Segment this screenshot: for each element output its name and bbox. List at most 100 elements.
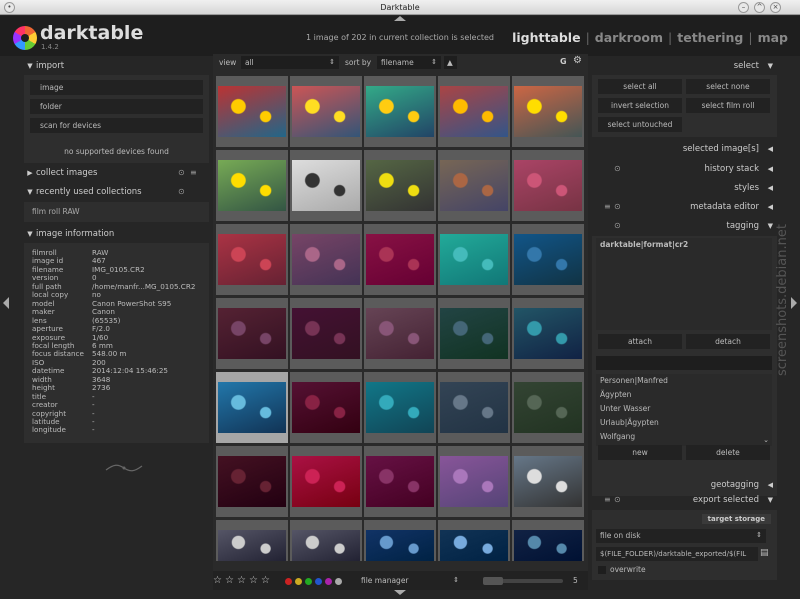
reset-icon[interactable]: ⊙ [614, 161, 621, 177]
history-stack-header[interactable]: ⊙ history stack ◀ [592, 161, 777, 177]
minimize-icon[interactable]: – [738, 2, 749, 13]
collect-images-header[interactable]: ▶ collect images ⊙ ≡ [24, 165, 209, 181]
collapse-top-panel-icon[interactable] [394, 16, 406, 21]
metadata-editor-header[interactable]: ≡ ⊙ metadata editor ◀ [592, 199, 777, 215]
selected-images-header[interactable]: selected image[s] ◀ [592, 141, 777, 157]
thumbnail[interactable] [290, 446, 362, 517]
scroll-down-icon[interactable]: ⌄ [763, 436, 769, 444]
star-icon[interactable]: ☆ [261, 575, 270, 586]
thumbnail[interactable] [290, 224, 362, 295]
presets-icon[interactable]: ≡ [604, 492, 611, 508]
tag-entry-field[interactable] [596, 356, 772, 370]
thumbnail[interactable] [216, 446, 288, 517]
thumbnail[interactable] [512, 76, 584, 147]
star-icon[interactable]: ☆ [213, 575, 222, 586]
reset-icon[interactable]: ⊙ [614, 218, 621, 234]
thumbnail[interactable] [216, 224, 288, 295]
presets-icon[interactable]: ≡ [604, 199, 611, 215]
styles-header[interactable]: styles ◀ [592, 180, 777, 196]
select-all-button[interactable]: select all [598, 79, 682, 94]
sort-dropdown[interactable]: filename ⇕ [377, 56, 441, 69]
storage-dropdown[interactable]: file on disk ⇕ [596, 529, 766, 543]
clear-label-icon[interactable] [335, 578, 342, 585]
thumbnail[interactable] [216, 150, 288, 221]
thumbnail[interactable] [438, 298, 510, 369]
reset-icon[interactable]: ⊙ [614, 492, 621, 508]
thumbnail[interactable] [216, 76, 288, 147]
presets-icon[interactable]: ≡ [190, 165, 197, 181]
thumbnail[interactable] [438, 446, 510, 517]
zoom-value[interactable]: 5 [573, 576, 578, 585]
select-untouched-button[interactable]: select untouched [598, 117, 682, 132]
layout-dropdown[interactable]: file manager ⇕ [357, 574, 463, 587]
thumbnail[interactable] [290, 76, 362, 147]
attached-tags-list[interactable]: darktable|format|cr2 [596, 238, 772, 330]
thumbnail[interactable] [364, 372, 436, 443]
dictionary-tag[interactable]: Unter Wasser [596, 402, 772, 416]
star-icon[interactable]: ☆ [249, 575, 258, 586]
star-icon[interactable]: ☆ [225, 575, 234, 586]
export-path-field[interactable]: $(FILE_FOLDER)/darktable_exported/$(FIL [596, 547, 758, 561]
select-header[interactable]: select ▼ [592, 58, 777, 74]
folder-icon[interactable]: ▤ [760, 548, 769, 558]
dictionary-tag[interactable]: Wolfgang [596, 430, 772, 444]
thumbnail[interactable] [216, 372, 288, 443]
reset-icon[interactable]: ⊙ [178, 184, 185, 200]
green-label-icon[interactable] [305, 578, 312, 585]
view-lighttable[interactable]: lighttable [512, 30, 581, 45]
star-icon[interactable]: ☆ [237, 575, 246, 586]
gear-icon[interactable]: ⚙ [573, 55, 582, 66]
tagging-header[interactable]: ⊙ tagging ▼ [592, 218, 777, 234]
red-label-icon[interactable] [285, 578, 292, 585]
export-selected-header[interactable]: ≡ ⊙ export selected ▼ [592, 492, 777, 508]
thumbnail[interactable] [438, 224, 510, 295]
overwrite-checkbox[interactable] [598, 566, 606, 574]
close-icon[interactable]: × [770, 2, 781, 13]
zoom-slider-knob[interactable] [483, 577, 503, 585]
thumbnail[interactable] [290, 298, 362, 369]
attach-button[interactable]: attach [598, 334, 682, 349]
dictionary-tag[interactable]: Ägypten [596, 388, 772, 402]
invert-selection-button[interactable]: invert selection [598, 98, 682, 113]
new-tag-button[interactable]: new [598, 445, 682, 460]
yellow-label-icon[interactable] [295, 578, 302, 585]
import-folder-button[interactable]: folder [30, 99, 203, 114]
blue-label-icon[interactable] [315, 578, 322, 585]
tag-dictionary-list[interactable]: Personen|Manfred Ägypten Unter Wasser Ur… [596, 374, 772, 446]
view-darkroom[interactable]: darkroom [595, 30, 663, 45]
thumbnail[interactable] [364, 298, 436, 369]
recent-collection-item[interactable]: film roll RAW [32, 207, 80, 216]
thumbnail[interactable] [512, 150, 584, 221]
import-image-button[interactable]: image [30, 80, 203, 95]
view-tethering[interactable]: tethering [677, 30, 743, 45]
thumbnail[interactable] [290, 372, 362, 443]
scan-devices-button[interactable]: scan for devices [30, 118, 203, 133]
grouping-toggle[interactable]: G [560, 57, 567, 66]
zoom-slider[interactable] [483, 577, 563, 585]
recent-collections-header[interactable]: ▼ recently used collections ⊙ [24, 184, 209, 200]
attached-tag[interactable]: darktable|format|cr2 [596, 238, 772, 252]
import-header[interactable]: ▼ import [24, 58, 209, 74]
collapse-left-panel-icon[interactable] [3, 297, 9, 309]
thumbnail[interactable] [290, 520, 362, 561]
thumbnail[interactable] [438, 76, 510, 147]
thumbnail[interactable] [364, 446, 436, 517]
dictionary-tag[interactable]: Personen|Manfred [596, 374, 772, 388]
reset-icon[interactable]: ⊙ [614, 199, 621, 215]
thumbnail[interactable] [438, 372, 510, 443]
thumbnail[interactable] [364, 520, 436, 561]
thumbnail[interactable] [364, 76, 436, 147]
thumbnail[interactable] [512, 298, 584, 369]
thumbnail[interactable] [512, 224, 584, 295]
detach-button[interactable]: detach [686, 334, 770, 349]
geotagging-header[interactable]: geotagging ◀ [592, 477, 777, 493]
dictionary-tag[interactable]: Urlaub|Ägypten [596, 416, 772, 430]
delete-tag-button[interactable]: delete [686, 445, 770, 460]
collapse-bottom-panel-icon[interactable] [394, 590, 406, 595]
reset-icon[interactable]: ⊙ [178, 165, 185, 181]
view-filter-dropdown[interactable]: all ⇕ [241, 56, 339, 69]
image-information-header[interactable]: ▼ image information [24, 226, 209, 242]
thumbnail[interactable] [512, 372, 584, 443]
thumbnail[interactable] [438, 150, 510, 221]
thumbnail[interactable] [216, 520, 288, 561]
